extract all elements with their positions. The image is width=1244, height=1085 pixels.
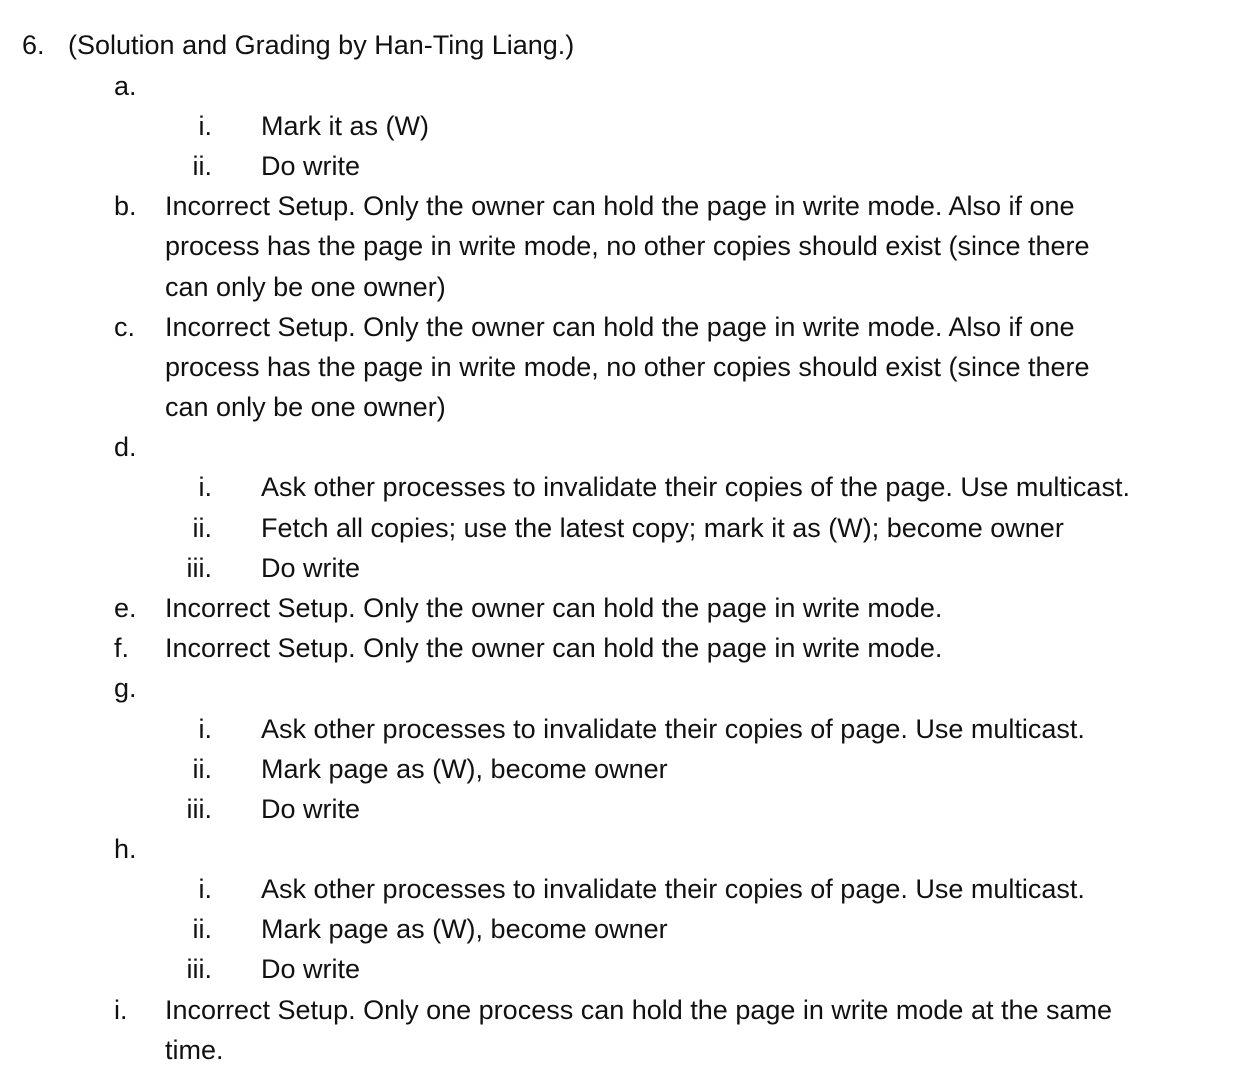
subitem-text: Do write [261,553,361,583]
item-c-line-3: can only be one owner) [165,392,446,422]
subitem-text: Fetch all copies; use the latest copy; m… [261,513,1064,543]
subitem-label: ii. [192,513,213,543]
subitem-label: iii. [186,794,213,824]
subitem-text: Ask other processes to invalidate their … [261,472,1130,502]
item-i-label: i. [114,995,128,1025]
subitem-text: Do write [261,151,361,181]
question-title: (Solution and Grading by Han-Ting Liang.… [68,30,575,60]
item-i-line-1: Incorrect Setup. Only one process can ho… [165,995,1113,1025]
subitem-label: iii. [186,954,213,984]
subitem-label: i. [198,111,213,141]
item-a-label: a. [114,71,137,101]
solution-document: 6. (Solution and Grading by Han-Ting Lia… [0,0,1244,1085]
subitem-text: Mark page as (W), become owner [261,914,668,944]
item-i-line-2: time. [165,1035,224,1065]
item-f-line-1: Incorrect Setup. Only the owner can hold… [165,633,943,663]
item-c-line-1: Incorrect Setup. Only the owner can hold… [165,312,1075,342]
item-c-line-2: process has the page in write mode, no o… [165,352,1090,382]
subitem-label: i. [198,874,213,904]
subitem-text: Ask other processes to invalidate their … [261,874,1085,904]
subitem-text: Ask other processes to invalidate their … [261,714,1085,744]
subitem-label: ii. [192,151,213,181]
subitem-label: ii. [192,754,213,784]
item-d-label: d. [114,432,137,462]
subitem-text: Mark page as (W), become owner [261,754,668,784]
subitem-label: iii. [186,553,213,583]
item-b-line-2: process has the page in write mode, no o… [165,231,1090,261]
item-b-label: b. [114,191,137,221]
item-b-line-1: Incorrect Setup. Only the owner can hold… [165,191,1075,221]
subitem-label: ii. [192,914,213,944]
item-c-label: c. [114,312,136,342]
item-b-line-3: can only be one owner) [165,272,446,302]
item-f-label: f. [114,633,130,663]
item-h-label: h. [114,834,137,864]
subitem-text: Mark it as (W) [261,111,429,141]
item-g-label: g. [114,673,137,703]
subitem-text: Do write [261,794,361,824]
subitem-text: Do write [261,954,361,984]
subitem-label: i. [198,472,213,502]
subitem-label: i. [198,714,213,744]
question-number: 6. [22,30,45,60]
item-e-label: e. [114,593,137,623]
item-e-line-1: Incorrect Setup. Only the owner can hold… [165,593,943,623]
